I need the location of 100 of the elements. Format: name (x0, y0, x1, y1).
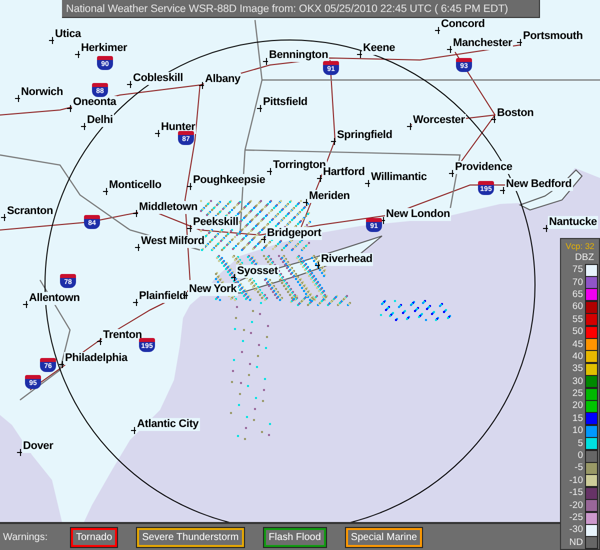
city-label: Manchester (452, 37, 514, 50)
city-label: Nantucke (548, 216, 598, 229)
city-marker-icon (491, 116, 498, 123)
city-marker-icon (103, 188, 110, 195)
city-label: Atlantic City (136, 418, 200, 431)
city-marker-icon (365, 180, 372, 187)
city-label: Poughkeepsie (192, 174, 266, 187)
city-label: Portsmouth (522, 30, 584, 43)
city-marker-icon (127, 81, 134, 88)
scale-value: 25 (572, 388, 583, 400)
scale-value: 15 (572, 412, 583, 425)
city-marker-icon (97, 338, 104, 345)
city-label: Riverhead (320, 253, 374, 266)
city-marker-icon (59, 361, 66, 368)
scale-value: -15 (569, 487, 583, 500)
scale-value: 75 (572, 264, 583, 276)
warning-key: Severe Thunderstorm (137, 528, 244, 546)
city-marker-icon (231, 274, 238, 281)
scale-value: -5 (574, 462, 583, 474)
warning-key: Flash Flood (264, 528, 326, 546)
city-label: Willimantic (370, 171, 428, 184)
city-label: Scranton (6, 205, 54, 218)
scale-value: -20 (569, 500, 583, 512)
city-marker-icon (131, 427, 138, 434)
city-label: Middletown (138, 201, 198, 214)
city-marker-icon (49, 37, 56, 44)
city-label: Delhi (86, 114, 114, 127)
city-label: West Milford (140, 235, 206, 248)
city-marker-icon (1, 214, 8, 221)
scale-value: -30 (569, 524, 583, 536)
city-label: Boston (496, 107, 535, 120)
scale-value: 55 (572, 314, 583, 326)
city-label: Norwich (20, 86, 64, 99)
city-marker-icon (407, 123, 414, 130)
scale-value: -10 (569, 474, 583, 487)
city-marker-icon (380, 217, 387, 224)
city-marker-icon (155, 130, 162, 137)
city-label: Peekskill (192, 216, 240, 229)
scale-value: -25 (569, 512, 583, 524)
scale-value: 45 (572, 338, 583, 351)
city-label: Torrington (272, 159, 327, 172)
city-label: Cobleskill (132, 72, 184, 85)
city-label: New Bedford (505, 178, 573, 191)
city-marker-icon (187, 225, 194, 232)
city-label: Plainfield (138, 290, 187, 303)
city-marker-icon (15, 95, 22, 102)
scale-value: 5 (578, 438, 583, 450)
city-marker-icon (187, 183, 194, 190)
city-label: Allentown (28, 292, 81, 305)
scale-value: 65 (572, 288, 583, 301)
city-label: Syosset (236, 265, 279, 278)
city-label: Albany (204, 73, 242, 86)
scale-value: 40 (572, 350, 583, 363)
city-marker-icon (23, 301, 30, 308)
city-marker-icon (331, 138, 338, 145)
city-marker-icon (500, 187, 507, 194)
warnings-label: Warnings: (3, 532, 49, 542)
city-label: Monticello (108, 179, 162, 192)
city-marker-icon (81, 123, 88, 130)
city-label: Worcester (412, 114, 466, 127)
city-marker-icon (435, 27, 442, 34)
city-marker-icon (133, 299, 140, 306)
city-label: Hunter (160, 121, 196, 134)
city-label: Dover (22, 440, 54, 453)
city-marker-icon (133, 210, 140, 217)
scale-value: 70 (572, 276, 583, 289)
city-label: Concord (440, 18, 486, 31)
city-marker-icon (315, 262, 322, 269)
unit-label: DBZ (575, 252, 594, 264)
city-marker-icon (263, 58, 270, 65)
city-label: New London (385, 208, 451, 221)
image-title: National Weather Service WSR-88D Image from: OKX 05/25/2010 22:45 UTC ( 6:45 PM EDT) (62, 0, 540, 18)
scale-value: 10 (572, 425, 583, 438)
city-label: Oneonta (72, 96, 118, 109)
city-marker-icon (261, 236, 268, 243)
vcp-label: Vcp: 32 (566, 241, 594, 252)
warning-key: Special Marine (346, 528, 422, 546)
city-marker-icon (257, 105, 264, 112)
city-marker-icon (357, 51, 364, 58)
city-label: Herkimer (80, 42, 128, 55)
city-marker-icon (199, 82, 206, 89)
city-marker-icon (317, 175, 324, 182)
city-label: New York (188, 283, 238, 296)
city-marker-icon (135, 244, 142, 251)
scale-value: 60 (572, 301, 583, 314)
city-marker-icon (17, 449, 24, 456)
scale-value: 30 (572, 376, 583, 388)
city-label: Bridgeport (266, 227, 322, 240)
scale-value: 35 (572, 363, 583, 376)
city-label: Springfield (336, 129, 394, 142)
city-marker-icon (75, 51, 82, 58)
city-label: Trenton (102, 329, 143, 342)
city-marker-icon (303, 199, 310, 206)
city-marker-icon (449, 170, 456, 177)
scale-value: 50 (572, 326, 583, 338)
scale-value: 0 (578, 450, 583, 462)
scale-value: ND (569, 536, 583, 549)
city-marker-icon (543, 225, 550, 232)
city-label: Providence (454, 161, 514, 174)
warning-key: Tornado (71, 528, 118, 546)
